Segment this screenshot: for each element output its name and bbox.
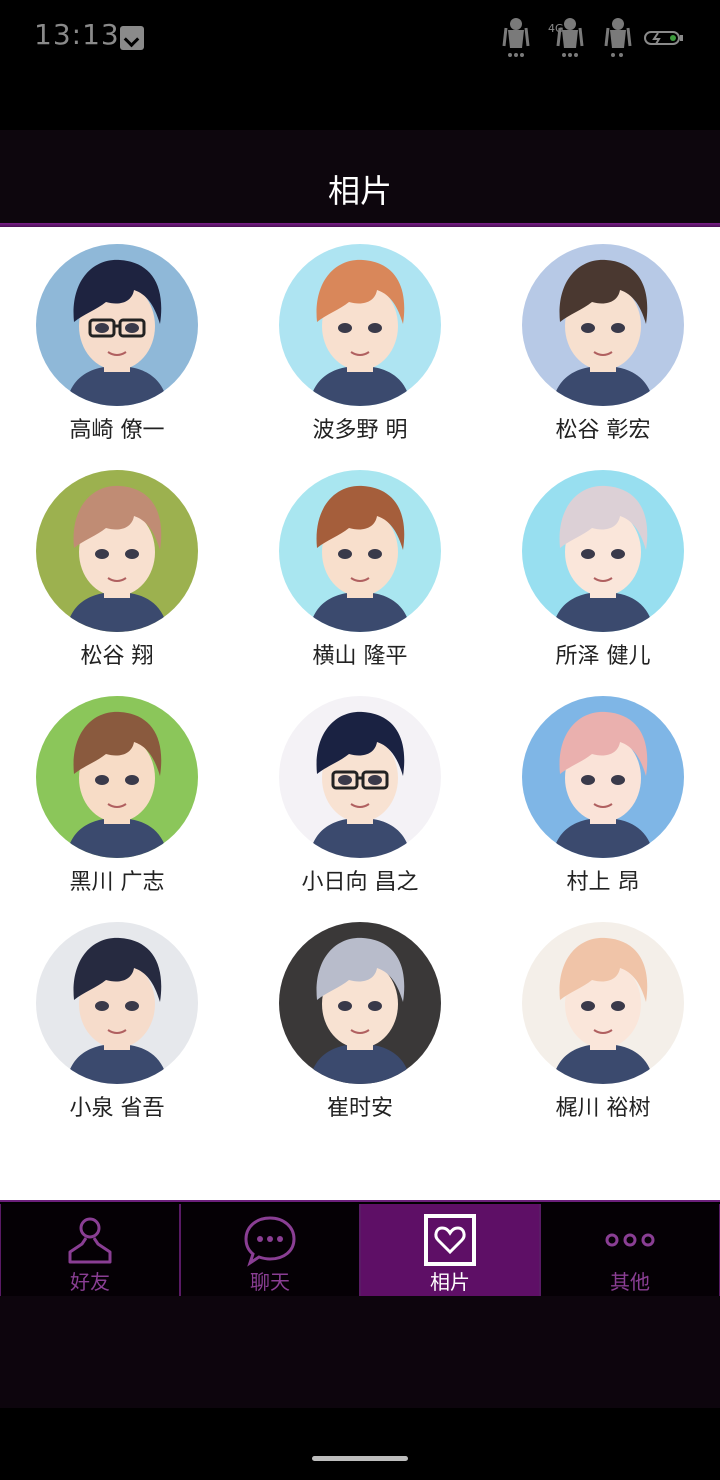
figure-signal-icon — [502, 16, 530, 58]
contact-name: 横山 隆平 — [312, 644, 408, 669]
contact-item[interactable]: 高崎 僚一 — [17, 244, 217, 444]
person-icon — [62, 1212, 118, 1268]
contact-name: 小日向 昌之 — [301, 870, 419, 895]
status-bar: 13:13 4G — [0, 0, 720, 130]
avatar — [522, 696, 684, 858]
heart-photo-icon — [422, 1212, 478, 1268]
contact-name: 村上 昂 — [566, 870, 640, 895]
battery-charging-icon — [644, 30, 684, 46]
avatar — [279, 470, 441, 632]
screen: 13:13 4G 相片 高崎 僚一 波多野 明 松谷 彰宏松谷 翔 横山 隆平 所泽 健… — [0, 0, 720, 1480]
avatar — [522, 244, 684, 406]
page-title: 相片 — [327, 172, 392, 210]
contact-name: 小泉 省吾 — [69, 1096, 165, 1121]
contact-name: 梶川 裕树 — [555, 1096, 651, 1121]
avatar — [36, 244, 198, 406]
avatar — [36, 470, 198, 632]
avatar — [279, 696, 441, 858]
tab-photos[interactable]: 相片 — [360, 1204, 540, 1296]
contact-item[interactable]: 波多野 明 — [260, 244, 460, 444]
tab-friends[interactable]: 好友 — [0, 1204, 180, 1296]
contact-grid: 高崎 僚一 波多野 明 松谷 彰宏松谷 翔 横山 隆平 所泽 健儿黑川 广志 小日向 昌之… — [0, 227, 720, 1200]
contact-name: 波多野 明 — [312, 418, 408, 443]
avatar — [36, 696, 198, 858]
bottom-nav: 好友 聊天 相片 其他 — [0, 1200, 720, 1298]
tab-label: 其他 — [610, 1270, 650, 1294]
tab-more[interactable]: 其他 — [540, 1204, 720, 1296]
status-time: 13:13 — [34, 18, 120, 51]
avatar — [522, 470, 684, 632]
contact-item[interactable]: 所泽 健儿 — [503, 470, 703, 670]
chat-bubble-icon — [242, 1212, 298, 1268]
tab-chat[interactable]: 聊天 — [180, 1204, 360, 1296]
contact-name: 松谷 翔 — [80, 644, 154, 669]
tab-label: 聊天 — [250, 1270, 290, 1294]
contact-name: 黑川 广志 — [69, 870, 165, 895]
gesture-bar — [0, 1408, 720, 1480]
home-indicator[interactable] — [312, 1456, 408, 1461]
contact-name: 崔时安 — [326, 1096, 393, 1121]
contact-item[interactable]: 小泉 省吾 — [17, 922, 217, 1122]
contact-item[interactable]: 村上 昂 — [503, 696, 703, 896]
notification-icon — [120, 26, 144, 50]
contact-item[interactable]: 崔时安 — [260, 922, 460, 1122]
contact-item[interactable]: 小日向 昌之 — [260, 696, 460, 896]
avatar — [279, 922, 441, 1084]
avatar — [36, 922, 198, 1084]
avatar — [279, 244, 441, 406]
tab-label: 相片 — [430, 1270, 470, 1294]
tab-label: 好友 — [70, 1270, 110, 1294]
contact-item[interactable]: 横山 隆平 — [260, 470, 460, 670]
contact-item[interactable]: 梶川 裕树 — [503, 922, 703, 1122]
contact-item[interactable]: 松谷 彰宏 — [503, 244, 703, 444]
contact-item[interactable]: 黑川 广志 — [17, 696, 217, 896]
contact-name: 所泽 健儿 — [555, 644, 651, 669]
app-footer-area — [0, 1296, 720, 1408]
figure-signal-icon — [556, 16, 584, 58]
contact-name: 高崎 僚一 — [69, 418, 165, 443]
figure-wifi-icon — [604, 16, 632, 58]
avatar — [522, 922, 684, 1084]
contact-item[interactable]: 松谷 翔 — [17, 470, 217, 670]
more-dots-icon — [602, 1212, 658, 1268]
contact-name: 松谷 彰宏 — [555, 418, 651, 443]
